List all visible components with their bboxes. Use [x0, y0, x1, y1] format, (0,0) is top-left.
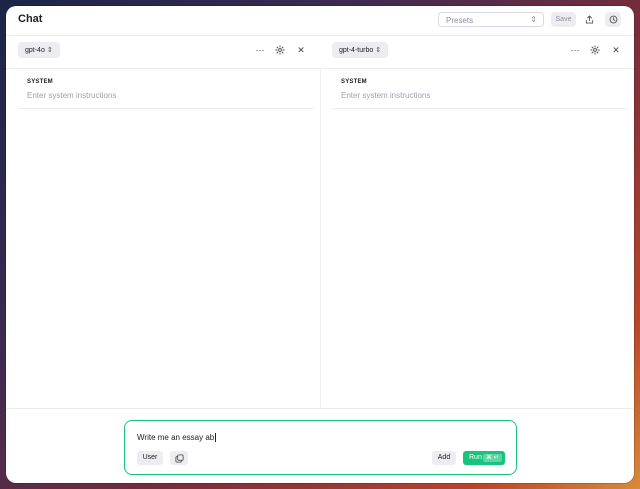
more-options-button-right[interactable]: ··· — [569, 44, 581, 56]
run-button[interactable]: Run ⌘ ↵ — [463, 451, 505, 465]
text-cursor — [215, 433, 217, 443]
history-icon — [609, 15, 617, 24]
composer-divider — [6, 408, 634, 409]
role-toggle-button[interactable]: User — [137, 451, 163, 465]
ellipsis-icon: ··· — [255, 45, 265, 55]
save-button[interactable]: Save — [551, 12, 576, 27]
gear-icon — [275, 45, 285, 55]
model-select-right[interactable]: gpt-4-turbo ⇕ — [332, 42, 389, 58]
gear-icon — [590, 45, 600, 55]
system-label-right: SYSTEM — [341, 79, 367, 85]
chevron-updown-icon: ⇕ — [46, 47, 53, 54]
chevron-updown-icon: ⇕ — [530, 15, 537, 24]
add-message-button[interactable]: Add — [432, 451, 456, 465]
model-name: gpt-4o — [25, 47, 45, 54]
attach-button[interactable] — [170, 451, 188, 465]
system-label-left: SYSTEM — [27, 79, 53, 85]
page-title: Chat — [18, 13, 43, 25]
presets-placeholder: Presets — [446, 16, 474, 25]
system-divider-left — [18, 108, 313, 109]
chevron-updown-icon: ⇕ — [375, 47, 382, 54]
close-panel-button-right[interactable]: ✕ — [610, 44, 622, 56]
close-panel-button-left[interactable]: ✕ — [295, 44, 307, 56]
message-input-value: Write me an essay ab — [137, 433, 215, 442]
model-name: gpt-4-turbo — [339, 47, 374, 54]
image-copy-icon — [174, 453, 184, 463]
run-shortcut: ⌘ ↵ — [483, 454, 502, 462]
share-icon — [585, 15, 593, 24]
history-button[interactable] — [605, 12, 621, 27]
system-divider-right — [332, 108, 627, 109]
close-icon: ✕ — [612, 44, 620, 55]
presets-select[interactable]: Presets ⇕ — [438, 12, 544, 27]
run-label: Run — [469, 454, 482, 461]
playground-window: Chat Presets ⇕ Save gpt-4o ⇕ ··· ✕ gpt-4… — [6, 6, 634, 483]
settings-button-left[interactable] — [274, 44, 286, 56]
model-select-left[interactable]: gpt-4o ⇕ — [18, 42, 60, 58]
ellipsis-icon: ··· — [570, 45, 580, 55]
message-input[interactable]: Write me an essay ab — [137, 433, 217, 443]
system-instructions-input-left[interactable]: Enter system instructions — [27, 91, 116, 100]
share-button[interactable] — [581, 12, 597, 27]
close-icon: ✕ — [297, 44, 305, 55]
settings-button-right[interactable] — [589, 44, 601, 56]
panel-divider — [320, 68, 321, 408]
message-composer[interactable]: Write me an essay ab User Add Run ⌘ ↵ — [124, 420, 517, 475]
top-bar: Chat Presets ⇕ Save — [6, 6, 634, 36]
system-instructions-input-right[interactable]: Enter system instructions — [341, 91, 430, 100]
more-options-button-left[interactable]: ··· — [254, 44, 266, 56]
